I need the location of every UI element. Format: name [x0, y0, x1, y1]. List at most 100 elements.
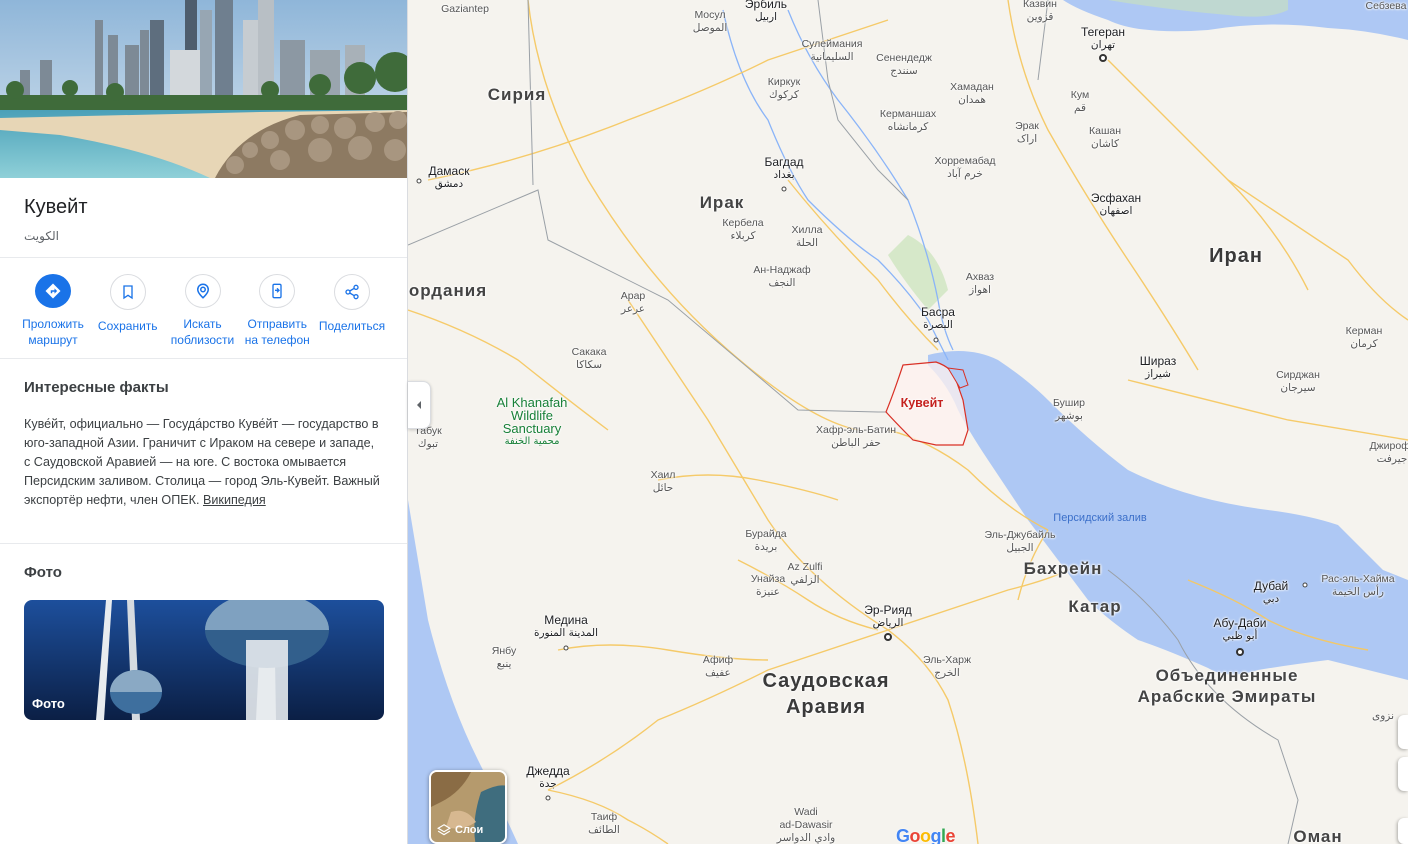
city-dot-basra	[933, 337, 939, 343]
google-letter-6: e	[945, 826, 956, 844]
label-sirjan-ar: سیرجان	[1280, 382, 1316, 394]
label-hafar-ru: Хафр-эль-Батин	[815, 424, 897, 436]
label-suleymaniya: Сулеймания السليمانية	[802, 38, 863, 64]
wikipedia-link[interactable]: Википедия	[203, 493, 266, 507]
label-afif: Афиф عفيف	[703, 654, 733, 680]
label-yanbu: Янбу ينبع	[492, 645, 516, 671]
label-taif-ru: Таиф	[590, 811, 618, 823]
label-khanafah-sanctuary: Al Khanafah Wildlife Sanctuary محمية الخن…	[497, 396, 568, 448]
directions-button[interactable]: Проложить маршрут	[16, 274, 90, 348]
label-nizwa: نزوى	[1372, 710, 1394, 723]
label-unaizah: Унайза عنيزة	[751, 573, 785, 599]
label-mosul-ru: Мосул	[694, 9, 726, 21]
label-az-zulfi-en: Az Zulfi	[787, 561, 823, 573]
label-khanafah-en: Al Khanafah Wildlife Sanctuary	[496, 395, 568, 436]
label-tabuk-ar: تبوك	[417, 438, 439, 450]
save-button[interactable]: Сохранить	[91, 274, 165, 348]
label-baghdad-ru: Багдад	[764, 155, 804, 169]
label-hail-ar: حائل	[652, 482, 674, 494]
place-header: Кувейт الكويت	[0, 178, 407, 258]
label-sirjan: Сирджан سیرجان	[1276, 369, 1320, 395]
collapse-panel-button[interactable]	[408, 381, 431, 429]
label-saudi-arabia: Саудовская Аравия	[762, 670, 890, 718]
label-isfahan: Эсфахан اصفهان	[1091, 192, 1141, 218]
label-hamadan-ar: همدان	[958, 94, 986, 106]
label-wadi-ad-dawasir-en: Wadi ad-Dawasir	[779, 806, 833, 831]
label-kermanshah-ar: کرمانشاه	[887, 121, 929, 133]
label-najaf-ru: Ан-Наджаф	[753, 264, 811, 276]
label-baghdad: Багдад بغداد	[764, 156, 803, 182]
label-sakaka: Сакака سكاكا	[572, 346, 607, 372]
nearby-label: Искать поблизости	[170, 317, 235, 347]
zoom-control-partial[interactable]	[1398, 715, 1408, 749]
label-kerbela-ar: كربلاء	[730, 230, 756, 242]
label-abu-dhabi: Абу-Даби أبو ظبي	[1214, 617, 1267, 643]
label-jeddah-ar: جدة	[539, 778, 557, 790]
place-panel: Кувейт الكويت Проложить маршрут Сохранит…	[0, 0, 408, 844]
zoom-in-button-partial[interactable]	[1398, 757, 1408, 791]
google-letter-4: g	[930, 826, 942, 844]
save-label: Сохранить	[97, 319, 158, 333]
city-dot-medina	[563, 645, 569, 651]
label-basra: Басра البصرة	[921, 306, 955, 332]
label-hail: Хаил حائل	[651, 469, 676, 495]
label-hafar-ar: حفر الباطن	[831, 437, 881, 449]
label-abu-dhabi-ru: Абу-Даби	[1213, 616, 1267, 630]
label-kirkuk: Киркук كركوك	[768, 76, 800, 102]
label-unaizah-ru: Унайза	[750, 573, 786, 585]
label-shiraz: Шираз شیراز	[1140, 355, 1176, 381]
label-senendej-ru: Сенендедж	[876, 52, 932, 64]
label-ras-al-khaimah-ar: رأس الخيمة	[1332, 586, 1384, 598]
label-dubai-ru: Дубай	[1253, 579, 1289, 593]
label-khorramabad-ar: خرم آباد	[947, 168, 983, 180]
place-title: Кувейт	[24, 196, 88, 218]
label-afif-ar: عفيف	[705, 667, 731, 679]
label-dubai-ar: دبي	[1262, 593, 1280, 605]
label-syria: Сирия	[487, 85, 547, 104]
place-subtitle: الكويت	[24, 229, 59, 243]
label-isfahan-ar: اصفهان	[1099, 205, 1133, 217]
city-dot-abu-dhabi	[1236, 648, 1244, 656]
directions-label: Проложить маршрут	[22, 317, 84, 347]
photos-section: Фото Фото	[0, 544, 407, 740]
label-taif-ar: الطائف	[588, 824, 620, 836]
label-az-zulfi-ar: الزلفي	[790, 574, 820, 586]
send-to-phone-button[interactable]: Отправить на телефон	[240, 274, 314, 348]
label-ras-al-khaimah-ru: Рас-эль-Хайма	[1321, 573, 1395, 585]
label-jubail-ar: الجبيل	[1006, 542, 1034, 554]
label-ahvaz-ar: اهواز	[969, 284, 991, 296]
share-button[interactable]: Поделиться	[315, 274, 389, 348]
label-jordan: ордания	[408, 281, 488, 300]
label-shiraz-ru: Шираз	[1139, 354, 1177, 368]
label-nizwa-ar: نزوى	[1371, 710, 1395, 722]
nearby-button[interactable]: Искать поблизости	[166, 274, 240, 348]
label-damascus: Дамаск دمشق	[429, 165, 470, 191]
label-unaizah-ar: عنيزة	[756, 586, 780, 598]
label-khanafah-ar: محمية الخنفة	[504, 436, 560, 447]
label-najaf-ar: النجف	[768, 277, 796, 289]
label-hilla: Хилла الحلة	[792, 224, 823, 250]
label-senendej-ar: سنندج	[890, 65, 918, 77]
photo-label: Фото	[32, 696, 65, 711]
label-uae: Объединенные Арабские Эмираты	[1137, 666, 1317, 706]
label-kazvin-ar: قزوین	[1026, 11, 1054, 23]
layers-button[interactable]: Слои	[429, 770, 507, 844]
label-sakaka-ru: Сакака	[571, 346, 607, 358]
label-basra-ru: Басра	[921, 305, 955, 319]
label-wadi-ad-dawasir-ar: وادي الدواسر	[776, 832, 836, 844]
label-kashan-ar: کاشان	[1091, 138, 1119, 150]
city-dot-riyadh	[884, 633, 892, 641]
pegman-button-partial[interactable]	[1398, 818, 1408, 844]
label-arak-ru: Эрак	[1015, 120, 1039, 132]
label-ras-al-khaimah: Рас-эль-Хайма رأس الخيمة	[1321, 573, 1394, 599]
label-hamadan: Хамадан همدان	[950, 81, 994, 107]
hero-photo[interactable]	[0, 0, 407, 178]
label-medina: Медина المدينة المنورة	[534, 614, 598, 640]
facts-title: Интересные факты	[24, 379, 169, 396]
label-bushehr-ru: Бушир	[1052, 397, 1086, 409]
label-khorramabad-ru: Хорремабад	[934, 155, 996, 167]
map-canvas[interactable]: Сирия Ирак Иран ордания Бахрейн Катар Об…	[408, 0, 1408, 844]
google-letter-1: G	[896, 826, 910, 844]
photo-card[interactable]: Фото	[24, 600, 384, 720]
label-hilla-ru: Хилла	[791, 224, 823, 236]
